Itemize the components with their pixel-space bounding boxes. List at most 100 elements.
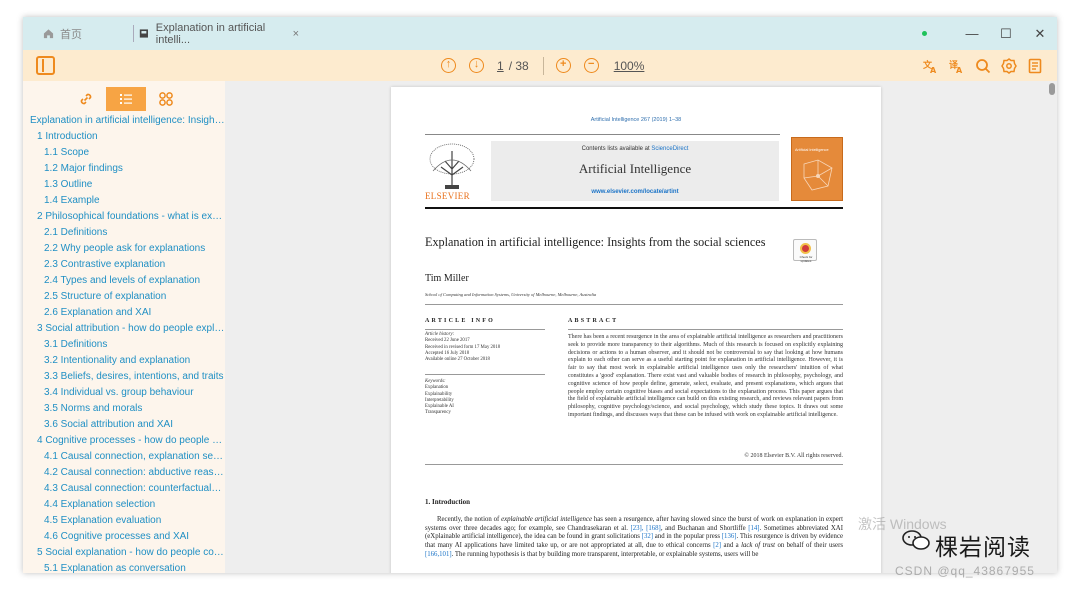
article-history: Article history: Received 22 June 2017 R…: [425, 332, 550, 363]
title-bar: 首页 Explanation in artificial intelli... …: [23, 17, 1057, 50]
journal-reference[interactable]: Artificial Intelligence 267 (2019) 1–38: [391, 117, 881, 123]
citation-link[interactable]: [136]: [722, 533, 737, 540]
toc-item[interactable]: 4 Cognitive processes - how do people se…: [30, 433, 225, 449]
outline-tab[interactable]: [106, 87, 146, 111]
tab-home[interactable]: 首页: [43, 22, 82, 45]
cover-title: Artificial Intelligence: [795, 148, 829, 152]
page-total: / 38: [508, 58, 529, 73]
document-viewer: Artificial Intelligence 267 (2019) 1–38 …: [225, 81, 1057, 573]
toc-item[interactable]: 4.6 Cognitive processes and XAI: [30, 529, 225, 545]
svg-text:A: A: [956, 66, 963, 74]
link-tab[interactable]: [66, 87, 106, 111]
toc-item[interactable]: 2.1 Definitions: [30, 225, 225, 241]
rule: [425, 374, 545, 375]
zoom-in-icon[interactable]: +: [555, 58, 571, 73]
window-controls: — ☐ ✕: [922, 17, 1057, 50]
check-updates-icon: [800, 243, 811, 254]
document-icon: [139, 29, 148, 38]
abstract-text: There has been a recent resurgence in th…: [568, 334, 843, 418]
contents-line: Contents lists available at ScienceDirec…: [491, 146, 779, 152]
toc-item[interactable]: 3.3 Beliefs, desires, intentions, and tr…: [30, 369, 225, 385]
citation-link[interactable]: [166,101]: [425, 551, 452, 558]
translate-icon[interactable]: 文A: [923, 58, 939, 74]
copyright: © 2018 Elsevier B.V. All rights reserved…: [744, 453, 843, 459]
svg-text:A: A: [930, 66, 937, 74]
citation-link[interactable]: [23], [168]: [630, 525, 660, 532]
toc-item[interactable]: 2.6 Explanation and XAI: [30, 305, 225, 321]
notes-icon[interactable]: [1027, 58, 1043, 74]
next-page-icon[interactable]: ↓: [469, 58, 484, 73]
app-window: 首页 Explanation in artificial intelli... …: [23, 17, 1057, 573]
toc-item[interactable]: 3.1 Definitions: [30, 337, 225, 353]
toc-item[interactable]: 4.2 Causal connection: abductive reasoni…: [30, 465, 225, 481]
toc-item[interactable]: 4.3 Causal connection: counterfactuals a…: [30, 481, 225, 497]
toc-item[interactable]: 3 Social attribution - how do people exp…: [30, 321, 225, 337]
toc-item[interactable]: 5 Social explanation - how do people com…: [30, 545, 225, 561]
toc-item[interactable]: 4.1 Causal connection, explanation selec…: [30, 449, 225, 465]
journal-title: Artificial Intelligence: [578, 161, 692, 176]
rule: [425, 134, 780, 135]
toc-item[interactable]: 3.5 Norms and morals: [30, 401, 225, 417]
journal-cover: Artificial Intelligence: [791, 137, 843, 201]
grid-icon: [159, 92, 173, 106]
check-updates-label: Check for updates: [799, 255, 813, 263]
keywords: Keywords: Explanation Explainability Int…: [425, 379, 550, 417]
zoom-out-icon[interactable]: −: [583, 58, 599, 73]
page-number-input[interactable]: 1: [497, 59, 504, 73]
tab-document[interactable]: Explanation in artificial intelli... ×: [139, 22, 299, 46]
pdf-page: Artificial Intelligence 267 (2019) 1–38 …: [391, 87, 881, 573]
check-for-updates-badge[interactable]: Check for updates: [793, 239, 817, 263]
list-icon: [120, 94, 132, 104]
maximize-button[interactable]: ☐: [989, 17, 1023, 50]
citation-link[interactable]: [32]: [642, 533, 653, 540]
body-text: on behalf of their users: [775, 542, 843, 550]
link-icon: [80, 93, 92, 105]
toc-item[interactable]: 1 Introduction: [30, 129, 225, 145]
toc-item[interactable]: Explanation in artificial intelligence: …: [30, 113, 225, 129]
toc-item[interactable]: 1.3 Outline: [30, 177, 225, 193]
toc-item[interactable]: 5.1 Explanation as conversation: [30, 561, 225, 573]
sidebar-tabs: [66, 87, 186, 111]
body-text: Recently, the notion of: [437, 516, 502, 523]
translate-alt-icon[interactable]: 译A: [949, 58, 965, 74]
table-of-contents: Explanation in artificial intelligence: …: [30, 113, 225, 573]
tab-divider: [133, 25, 134, 42]
toolbar-divider: [542, 56, 544, 75]
csdn-watermark: CSDN @qq_43867955: [895, 564, 1035, 578]
toc-item[interactable]: 4.5 Explanation evaluation: [30, 513, 225, 529]
sciencedirect-link[interactable]: ScienceDirect: [651, 146, 688, 152]
citation-link[interactable]: [14]: [748, 525, 759, 532]
toc-item[interactable]: 2.3 Contrastive explanation: [30, 257, 225, 273]
toc-item[interactable]: 3.6 Social attribution and XAI: [30, 417, 225, 433]
toc-item[interactable]: 2.4 Types and levels of explanation: [30, 273, 225, 289]
toc-item[interactable]: 2 Philosophical foundations - what is ex…: [30, 209, 225, 225]
toc-item[interactable]: 1.1 Scope: [30, 145, 225, 161]
sidebar-toggle-icon[interactable]: [36, 56, 55, 75]
thumbnails-tab[interactable]: [146, 87, 186, 111]
body-text: and a: [721, 542, 742, 550]
citation-link[interactable]: [2]: [713, 542, 721, 549]
toc-item[interactable]: 3.4 Individual vs. group behaviour: [30, 385, 225, 401]
search-icon[interactable]: [975, 58, 991, 74]
scrollbar[interactable]: [1049, 83, 1055, 95]
rule: [568, 329, 843, 330]
cover-graphic: [803, 159, 833, 191]
minimize-button[interactable]: —: [955, 17, 989, 50]
tab-home-label: 首页: [60, 28, 82, 41]
toc-item[interactable]: 1.2 Major findings: [30, 161, 225, 177]
zoom-level[interactable]: 100%: [614, 59, 645, 73]
keyword: Transparency: [425, 410, 451, 416]
settings-icon[interactable]: [1001, 57, 1017, 74]
body-text-italic: lack of trust: [741, 542, 776, 550]
close-button[interactable]: ✕: [1023, 17, 1057, 50]
wechat-logo-icon: [902, 530, 930, 550]
toc-item[interactable]: 2.2 Why people ask for explanations: [30, 241, 225, 257]
toc-item[interactable]: 2.5 Structure of explanation: [30, 289, 225, 305]
tab-close-icon[interactable]: ×: [293, 28, 299, 40]
prev-page-icon[interactable]: ↑: [441, 58, 456, 73]
toolbar-right: 文A 译A: [913, 50, 1043, 81]
toc-item[interactable]: 1.4 Example: [30, 193, 225, 209]
toc-item[interactable]: 3.2 Intentionality and explanation: [30, 353, 225, 369]
toc-item[interactable]: 4.4 Explanation selection: [30, 497, 225, 513]
journal-url[interactable]: www.elsevier.com/locate/artint: [491, 189, 779, 195]
